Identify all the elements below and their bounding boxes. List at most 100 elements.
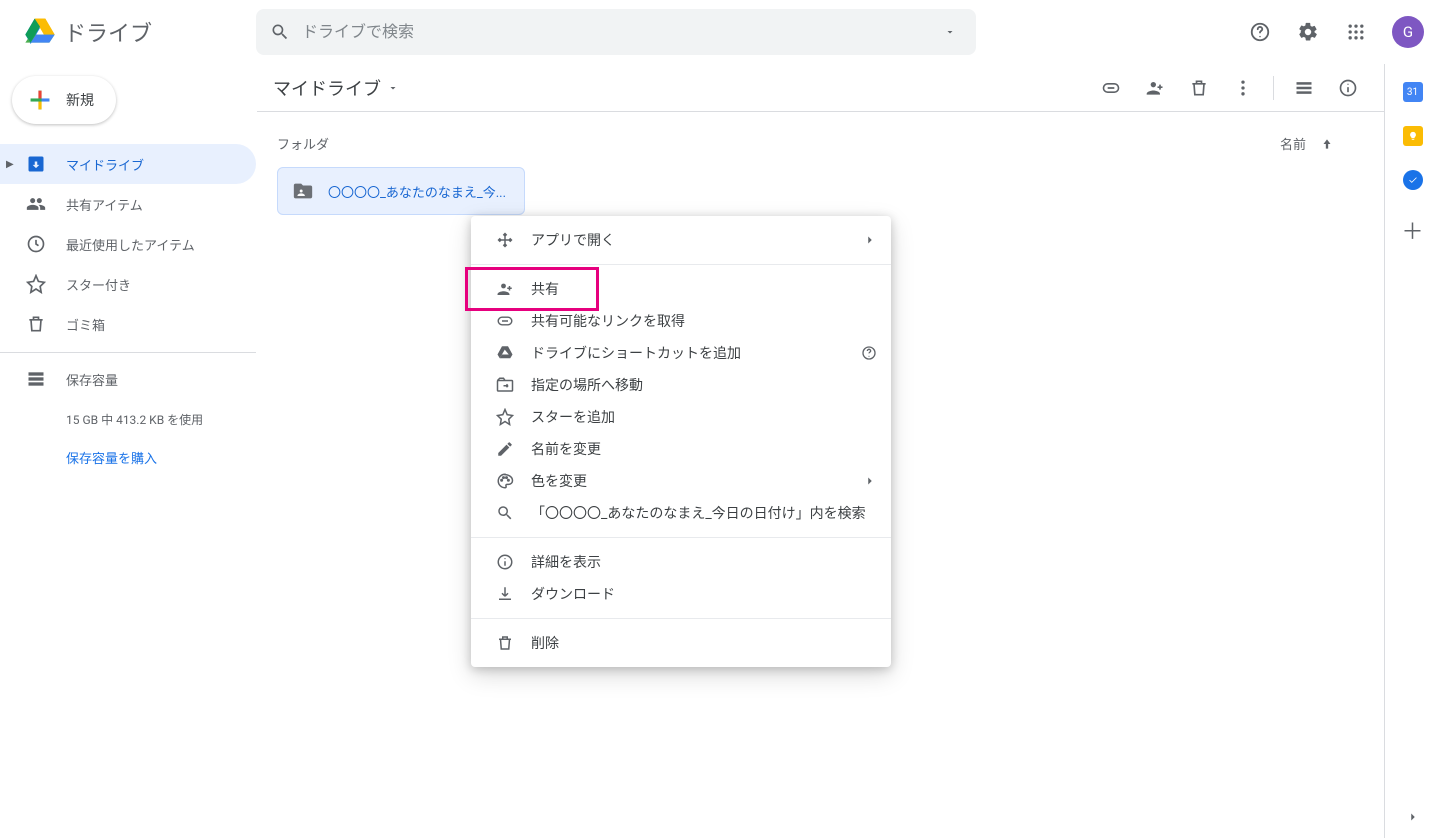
shared-icon xyxy=(24,192,48,216)
cm-rename[interactable]: 名前を変更 xyxy=(471,433,891,465)
info-button[interactable] xyxy=(1328,68,1368,108)
cm-label: 共有 xyxy=(531,279,559,299)
storage-usage-text: 15 GB 中 413.2 KB を使用 xyxy=(0,397,256,428)
new-button[interactable]: 新規 xyxy=(12,76,116,124)
cm-remove[interactable]: 削除 xyxy=(471,627,891,659)
sidebar-item-label: スター付き xyxy=(66,275,131,294)
star-icon xyxy=(24,272,48,296)
recent-icon xyxy=(24,232,48,256)
breadcrumb-dropdown-icon[interactable] xyxy=(387,82,399,94)
header-right: G xyxy=(1240,12,1432,52)
sidebar-item-recent[interactable]: 最近使用したアイテム xyxy=(0,224,256,264)
trash-icon xyxy=(24,312,48,336)
calendar-addon-icon[interactable]: 31 xyxy=(1403,82,1423,102)
apps-grid-icon[interactable] xyxy=(1336,12,1376,52)
app-name: ドライブ xyxy=(64,16,152,48)
sidebar-item-label: マイドライブ xyxy=(66,155,144,174)
cm-open-with[interactable]: アプリで開く xyxy=(471,224,891,256)
sidebar-item-storage[interactable]: 保存容量 xyxy=(0,361,256,397)
cm-label: 共有可能なリンクを取得 xyxy=(531,311,685,331)
cm-label: ダウンロード xyxy=(531,584,615,604)
storage-icon xyxy=(24,367,48,391)
expand-panel-icon[interactable] xyxy=(1406,810,1420,824)
cm-label: 「〇〇〇〇_あなたのなまえ_今日の日付け」内を検索 xyxy=(531,503,866,523)
cm-label: アプリで開く xyxy=(531,230,615,250)
search-input[interactable] xyxy=(302,22,938,41)
share-icon xyxy=(495,279,515,299)
cm-download[interactable]: ダウンロード xyxy=(471,578,891,610)
side-panel: 31 ＋ xyxy=(1384,64,1440,838)
sidebar-item-label: 最近使用したアイテム xyxy=(66,235,195,254)
breadcrumb-label: マイドライブ xyxy=(273,75,381,101)
keep-addon-icon[interactable] xyxy=(1403,126,1423,146)
cm-label: 削除 xyxy=(531,633,559,653)
link-icon xyxy=(495,311,515,331)
list-view-button[interactable] xyxy=(1284,68,1324,108)
breadcrumb[interactable]: マイドライブ xyxy=(273,75,399,101)
sidebar-item-starred[interactable]: スター付き xyxy=(0,264,256,304)
sidebar-item-label: 共有アイテム xyxy=(66,195,143,214)
buy-storage-link[interactable]: 保存容量を購入 xyxy=(0,428,256,467)
open-with-icon xyxy=(495,230,515,250)
chevron-right-icon xyxy=(863,474,877,488)
account-avatar[interactable]: G xyxy=(1392,16,1424,48)
settings-gear-icon[interactable] xyxy=(1288,12,1328,52)
tasks-addon-icon[interactable] xyxy=(1403,170,1423,190)
cm-move-to[interactable]: 指定の場所へ移動 xyxy=(471,369,891,401)
move-icon xyxy=(495,375,515,395)
palette-icon xyxy=(495,471,515,491)
folders-section-header: フォルダ 名前 xyxy=(277,128,1364,167)
search-icon xyxy=(495,503,515,523)
cm-search-within[interactable]: 「〇〇〇〇_あなたのなまえ_今日の日付け」内を検索 xyxy=(471,497,891,529)
logo-area[interactable]: ドライブ xyxy=(8,12,256,52)
cm-label: 名前を変更 xyxy=(531,439,601,459)
new-button-label: 新規 xyxy=(66,90,94,110)
search-icon xyxy=(270,22,290,42)
cm-label: 色を変更 xyxy=(531,471,587,491)
expand-triangle-icon[interactable]: ▶ xyxy=(6,159,14,170)
star-icon xyxy=(495,407,515,427)
cm-label: スターを追加 xyxy=(531,407,615,427)
folder-name-label: 〇〇〇〇_あなたのなまえ_今... xyxy=(328,182,506,201)
info-icon xyxy=(495,552,515,572)
help-circle-icon[interactable] xyxy=(861,345,877,361)
toolbar: マイドライブ xyxy=(257,64,1384,112)
rename-icon xyxy=(495,439,515,459)
add-addon-icon[interactable]: ＋ xyxy=(1401,214,1423,246)
trash-icon xyxy=(495,633,515,653)
search-options-dropdown-icon[interactable] xyxy=(938,26,962,38)
section-title: フォルダ xyxy=(277,134,329,153)
download-icon xyxy=(495,584,515,604)
cm-get-link[interactable]: 共有可能なリンクを取得 xyxy=(471,305,891,337)
cm-share[interactable]: 共有 xyxy=(471,273,891,305)
chevron-right-icon xyxy=(863,233,877,247)
cm-add-star[interactable]: スターを追加 xyxy=(471,401,891,433)
sidebar-item-shared[interactable]: 共有アイテム xyxy=(0,184,256,224)
more-options-button[interactable] xyxy=(1223,68,1263,108)
storage-label: 保存容量 xyxy=(66,370,118,389)
delete-button[interactable] xyxy=(1179,68,1219,108)
plus-icon xyxy=(26,86,54,114)
search-bar[interactable] xyxy=(256,9,976,55)
cm-label: 指定の場所へ移動 xyxy=(531,375,643,395)
cm-label: ドライブにショートカットを追加 xyxy=(531,343,741,363)
folder-item[interactable]: 〇〇〇〇_あなたのなまえ_今... xyxy=(277,167,525,215)
cm-label: 詳細を表示 xyxy=(531,552,601,572)
sidebar-item-label: ゴミ箱 xyxy=(66,315,105,334)
context-menu: アプリで開く 共有 共有可能なリンクを取得 ドライブにショートカットを追加 指定… xyxy=(471,216,891,667)
drive-logo-icon xyxy=(20,12,60,52)
sidebar: 新規 ▶ マイドライブ 共有アイテム 最近使用したアイテム スター付き xyxy=(0,64,256,838)
share-button[interactable] xyxy=(1135,68,1175,108)
my-drive-icon xyxy=(24,152,48,176)
cm-add-shortcut[interactable]: ドライブにショートカットを追加 xyxy=(471,337,891,369)
sidebar-item-trash[interactable]: ゴミ箱 xyxy=(0,304,256,344)
shared-folder-icon xyxy=(292,180,314,202)
drive-shortcut-icon xyxy=(495,343,515,363)
cm-view-details[interactable]: 詳細を表示 xyxy=(471,546,891,578)
help-icon[interactable] xyxy=(1240,12,1280,52)
sort-label[interactable]: 名前 xyxy=(1280,134,1306,153)
sidebar-item-my-drive[interactable]: ▶ マイドライブ xyxy=(0,144,256,184)
cm-change-color[interactable]: 色を変更 xyxy=(471,465,891,497)
get-link-button[interactable] xyxy=(1091,68,1131,108)
sort-arrow-up-icon[interactable] xyxy=(1320,137,1334,151)
